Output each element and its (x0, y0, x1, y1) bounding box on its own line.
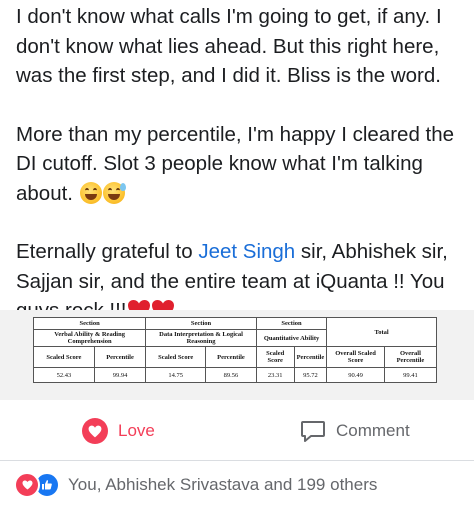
table-row: 52.43 99.94 14.75 89.56 23.31 95.72 90.4… (33, 367, 438, 383)
comment-icon (301, 421, 325, 442)
varc-percentile: 99.94 (93, 367, 147, 383)
comment-label: Comment (336, 421, 410, 440)
col-overall-scaled-score: Overall Scaled Score (326, 346, 385, 368)
col-percentile: Percentile (293, 346, 328, 368)
grinning-squinting-face-icon (79, 181, 102, 204)
section-header: Section (255, 317, 328, 330)
section-header: Section (145, 317, 257, 330)
scorecard-image[interactable]: Section Section Section Total Verbal Abi… (0, 310, 474, 400)
section-header: Section (32, 317, 147, 330)
qa-scaled: 23.31 (255, 367, 295, 383)
col-percentile: Percentile (205, 346, 257, 368)
love-reaction-icon (14, 472, 40, 498)
overall-scaled: 90.49 (326, 367, 385, 383)
post-paragraph-1: I don't know what calls I'm going to get… (16, 5, 442, 87)
dilr-percentile: 89.56 (205, 367, 257, 383)
col-percentile: Percentile (93, 346, 147, 368)
varc-scaled: 52.43 (33, 367, 95, 383)
love-label: Love (118, 421, 155, 440)
section-qa: Quantitative Ability (255, 329, 328, 347)
col-overall-percentile: Overall Percentile (383, 346, 438, 368)
overall-percentile: 99.41 (383, 367, 438, 383)
col-scaled-score: Scaled Score (255, 346, 295, 368)
post-paragraph-3-start: Eternally grateful to (16, 240, 199, 263)
total-header: Total (326, 317, 437, 347)
action-bar: Love Comment (0, 400, 474, 461)
section-varc: Verbal Ability & Reading Comprehension (32, 329, 147, 347)
love-icon (82, 418, 108, 444)
post-text: I don't know what calls I'm going to get… (16, 2, 468, 326)
grinning-face-with-sweat-icon (102, 181, 126, 204)
love-button[interactable]: Love (82, 418, 155, 444)
reactions-text: You, Abhishek Srivastava and 199 others (68, 475, 378, 494)
scorecard-table: Section Section Section Total Verbal Abi… (32, 317, 438, 383)
post-paragraph-2: More than my percentile, I'm happy I cle… (16, 120, 468, 209)
reactions-summary[interactable]: You, Abhishek Srivastava and 199 others (14, 472, 377, 498)
section-dilr: Data Interpretation & Logical Reasoning (145, 329, 257, 347)
col-scaled-score: Scaled Score (33, 346, 95, 368)
mention-link[interactable]: Jeet Singh (198, 240, 295, 263)
qa-percentile: 95.72 (293, 367, 328, 383)
col-scaled-score: Scaled Score (145, 346, 207, 368)
dilr-scaled: 14.75 (145, 367, 207, 383)
comment-button[interactable]: Comment (300, 418, 410, 444)
